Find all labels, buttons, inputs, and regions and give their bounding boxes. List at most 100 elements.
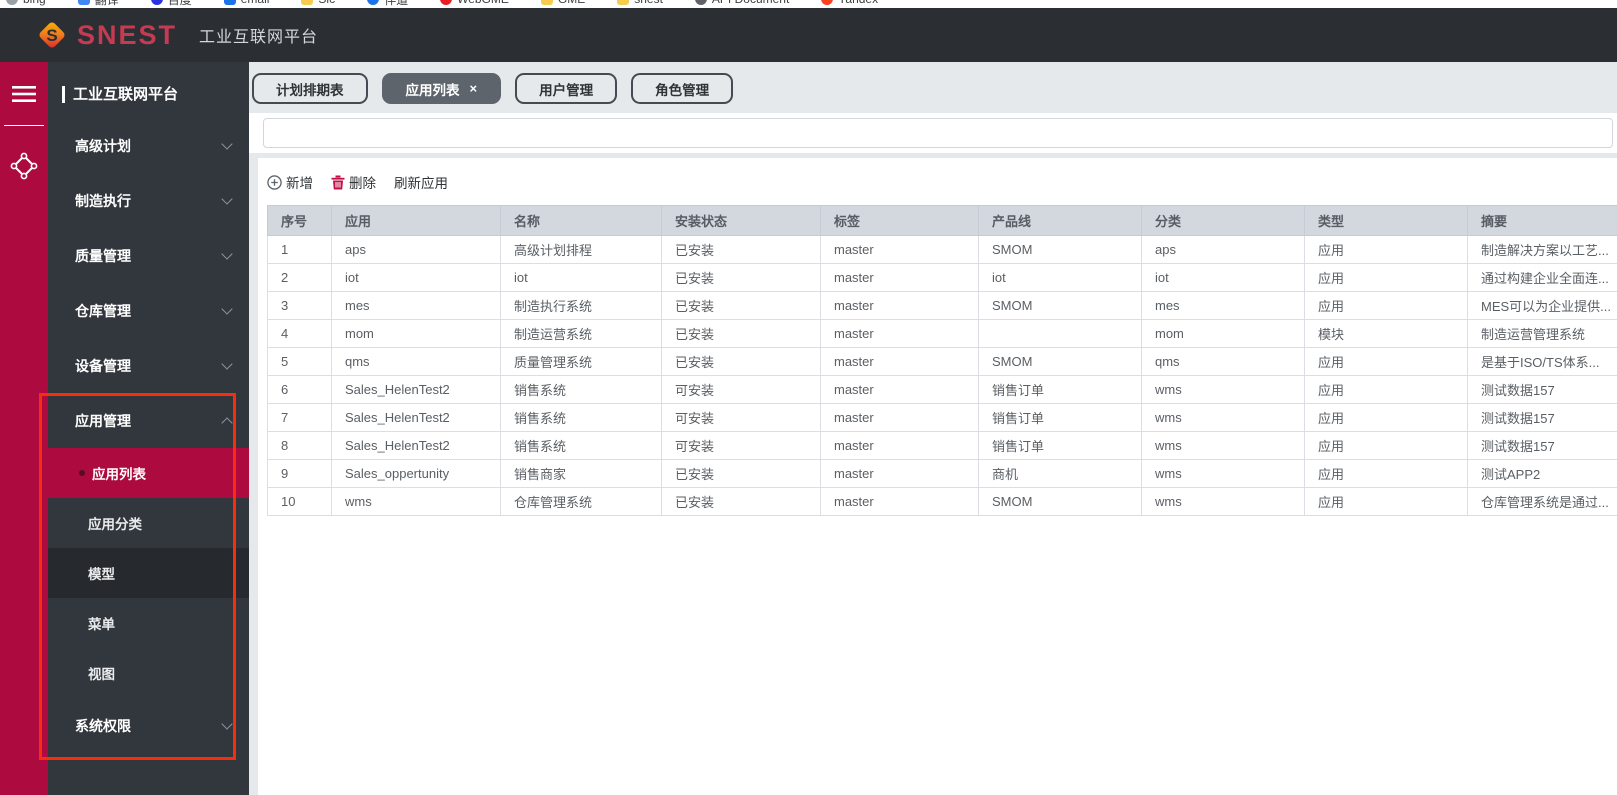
table-row[interactable]: 9 Sales_oppertunity 销售商家 已安装 master 商机 w… bbox=[267, 459, 1617, 488]
table-row[interactable]: 7 Sales_HelenTest2 销售系统 可安装 master 销售订单 … bbox=[267, 403, 1617, 432]
table-row[interactable]: 5 qms 质量管理系统 已安装 master SMOM qms 应用 是基于I… bbox=[267, 347, 1617, 376]
cell-app: qms bbox=[331, 347, 501, 376]
sidebar-subitem[interactable]: 应用分类 bbox=[48, 498, 249, 548]
table-row[interactable]: 3 mes 制造执行系统 已安装 master SMOM mes 应用 MES可… bbox=[267, 291, 1617, 320]
sidebar-section[interactable]: 制造执行 bbox=[48, 173, 249, 228]
cell-product-line: iot bbox=[978, 263, 1142, 292]
column-header[interactable]: 类型 bbox=[1304, 205, 1468, 236]
column-header[interactable]: 产品线 bbox=[978, 205, 1142, 236]
bookmark-item[interactable]: 翻译 bbox=[77, 0, 119, 8]
table-row[interactable]: 10 wms 仓库管理系统 已安装 master SMOM wms 应用 仓库管… bbox=[267, 487, 1617, 516]
cell-product-line: SMOM bbox=[978, 487, 1142, 516]
bookmark-item[interactable]: bing bbox=[6, 0, 46, 6]
tab-label: 应用列表 bbox=[405, 82, 460, 98]
sidebar-subitem[interactable]: 视图 bbox=[48, 648, 249, 698]
bookmark-label: 翻译 bbox=[95, 0, 119, 8]
chevron-down-icon bbox=[221, 358, 233, 370]
bookmark-item[interactable]: Yandex bbox=[821, 0, 878, 6]
cell-type: 应用 bbox=[1304, 235, 1468, 264]
tab[interactable]: 用户管理 bbox=[515, 73, 618, 104]
cell-name: 销售系统 bbox=[500, 375, 662, 404]
cell-category: wms bbox=[1141, 487, 1305, 516]
sidebar-section[interactable]: 高级计划 bbox=[48, 118, 249, 173]
cell-type: 应用 bbox=[1304, 347, 1468, 376]
cell-app: wms bbox=[331, 487, 501, 516]
table-row[interactable]: 6 Sales_HelenTest2 销售系统 可安装 master 销售订单 … bbox=[267, 375, 1617, 404]
bookmark-item[interactable]: WebGME bbox=[440, 0, 509, 6]
snest-logo: S SNEST bbox=[36, 19, 177, 51]
column-header[interactable]: 应用 bbox=[331, 205, 501, 236]
add-button[interactable]: 新增 bbox=[267, 172, 313, 192]
sidebar-section[interactable]: 系统权限 bbox=[48, 698, 249, 753]
logo-text: SNEST bbox=[77, 19, 178, 50]
cell-app: aps bbox=[331, 235, 501, 264]
cell-type: 模块 bbox=[1304, 319, 1468, 348]
sidebar-section-app-mgmt[interactable]: 应用管理 bbox=[48, 393, 249, 448]
cell-app: Sales_HelenTest2 bbox=[331, 431, 501, 460]
sidebar-section[interactable]: 质量管理 bbox=[48, 228, 249, 283]
cell-install-status: 可安装 bbox=[661, 375, 821, 404]
sidebar-subitem[interactable]: 应用列表 bbox=[48, 448, 249, 498]
bookmark-favicon-icon bbox=[821, 0, 834, 5]
sidebar-subitem[interactable]: 模型 bbox=[48, 548, 249, 598]
sidebar-section[interactable]: 设备管理 bbox=[48, 338, 249, 393]
cell-install-status: 已安装 bbox=[661, 347, 821, 376]
table-body: 1 aps 高级计划排程 已安装 master SMOM aps 应用 制造解决… bbox=[267, 235, 1617, 516]
page-title: 工业互联网平台 bbox=[199, 29, 319, 46]
cell-product-line: 商机 bbox=[978, 459, 1142, 488]
chevron-down-icon bbox=[221, 193, 233, 205]
tab-label: 角色管理 bbox=[655, 82, 710, 98]
cell-index: 4 bbox=[267, 319, 332, 348]
bookmark-item[interactable]: GME bbox=[540, 0, 585, 6]
menu-toggle-button[interactable] bbox=[7, 80, 41, 111]
sidebar-submenu: 应用列表 应用分类 模型 菜单 视图 bbox=[48, 448, 249, 698]
cell-name: iot bbox=[500, 263, 662, 292]
cell-install-status: 可安装 bbox=[661, 431, 821, 460]
bookmark-favicon-icon bbox=[150, 0, 163, 5]
refresh-apps-button[interactable]: 刷新应用 bbox=[394, 172, 448, 192]
cell-tag: master bbox=[820, 291, 979, 320]
cell-product-line: SMOM bbox=[978, 291, 1142, 320]
tab-close-icon[interactable]: × bbox=[470, 82, 478, 95]
table-row[interactable]: 1 aps 高级计划排程 已安装 master SMOM aps 应用 制造解决… bbox=[267, 235, 1617, 264]
cell-summary: 制造运营管理系统 bbox=[1467, 319, 1617, 348]
table-row[interactable]: 4 mom 制造运营系统 已安装 master mom 模块 制造运营管理系统 bbox=[267, 319, 1617, 348]
column-header[interactable]: 分类 bbox=[1141, 205, 1305, 236]
column-header[interactable]: 名称 bbox=[500, 205, 662, 236]
browser-bookmarks-bar: bing 翻译 百度 email Sic bbox=[0, 0, 1617, 8]
chevron-down-icon bbox=[221, 248, 233, 260]
add-button-label: 新增 bbox=[286, 176, 313, 191]
delete-button[interactable]: 删除 bbox=[331, 172, 376, 192]
sidebar-section[interactable]: 仓库管理 bbox=[48, 283, 249, 338]
cell-summary: 通过构建企业全面连... bbox=[1467, 263, 1617, 292]
cell-category: mom bbox=[1141, 319, 1305, 348]
tab[interactable]: 计划排期表 bbox=[252, 73, 368, 104]
column-header[interactable]: 摘要 bbox=[1467, 205, 1617, 236]
apps-diamond-button[interactable] bbox=[6, 148, 42, 187]
table-row[interactable]: 8 Sales_HelenTest2 销售系统 可安装 master 销售订单 … bbox=[267, 431, 1617, 460]
cell-app: Sales_HelenTest2 bbox=[331, 403, 501, 432]
bookmark-items: bing 翻译 百度 email Sic bbox=[6, 0, 878, 7]
column-header[interactable]: 安装状态 bbox=[661, 205, 821, 236]
tab[interactable]: 角色管理 bbox=[631, 73, 734, 104]
bookmark-item[interactable]: snest bbox=[617, 0, 663, 6]
column-header[interactable]: 序号 bbox=[267, 205, 332, 236]
column-header[interactable]: 标签 bbox=[820, 205, 979, 236]
sidebar-section-label: 高级计划 bbox=[75, 137, 131, 154]
bookmark-item[interactable]: 伴道 bbox=[367, 0, 408, 8]
bookmark-favicon-icon bbox=[440, 0, 453, 5]
bookmark-label: API Document bbox=[712, 0, 789, 6]
cell-summary: MES可以为企业提供... bbox=[1467, 291, 1617, 320]
bookmark-item[interactable]: Sic bbox=[301, 0, 335, 6]
bookmark-item[interactable]: 百度 bbox=[150, 0, 192, 8]
tab[interactable]: 应用列表 × bbox=[381, 73, 502, 104]
search-input[interactable] bbox=[263, 118, 1613, 148]
cell-type: 应用 bbox=[1304, 375, 1468, 404]
table-row[interactable]: 2 iot iot 已安装 master iot iot 应用 通过构建企业全面… bbox=[267, 263, 1617, 292]
bookmark-item[interactable]: email bbox=[223, 0, 269, 6]
bookmark-item[interactable]: API Document bbox=[694, 0, 789, 6]
bookmark-favicon-icon bbox=[223, 0, 236, 5]
sidebar-subitem[interactable]: 菜单 bbox=[48, 598, 249, 648]
sidebar-section-label: 仓库管理 bbox=[75, 302, 131, 319]
cell-product-line bbox=[978, 319, 1142, 348]
